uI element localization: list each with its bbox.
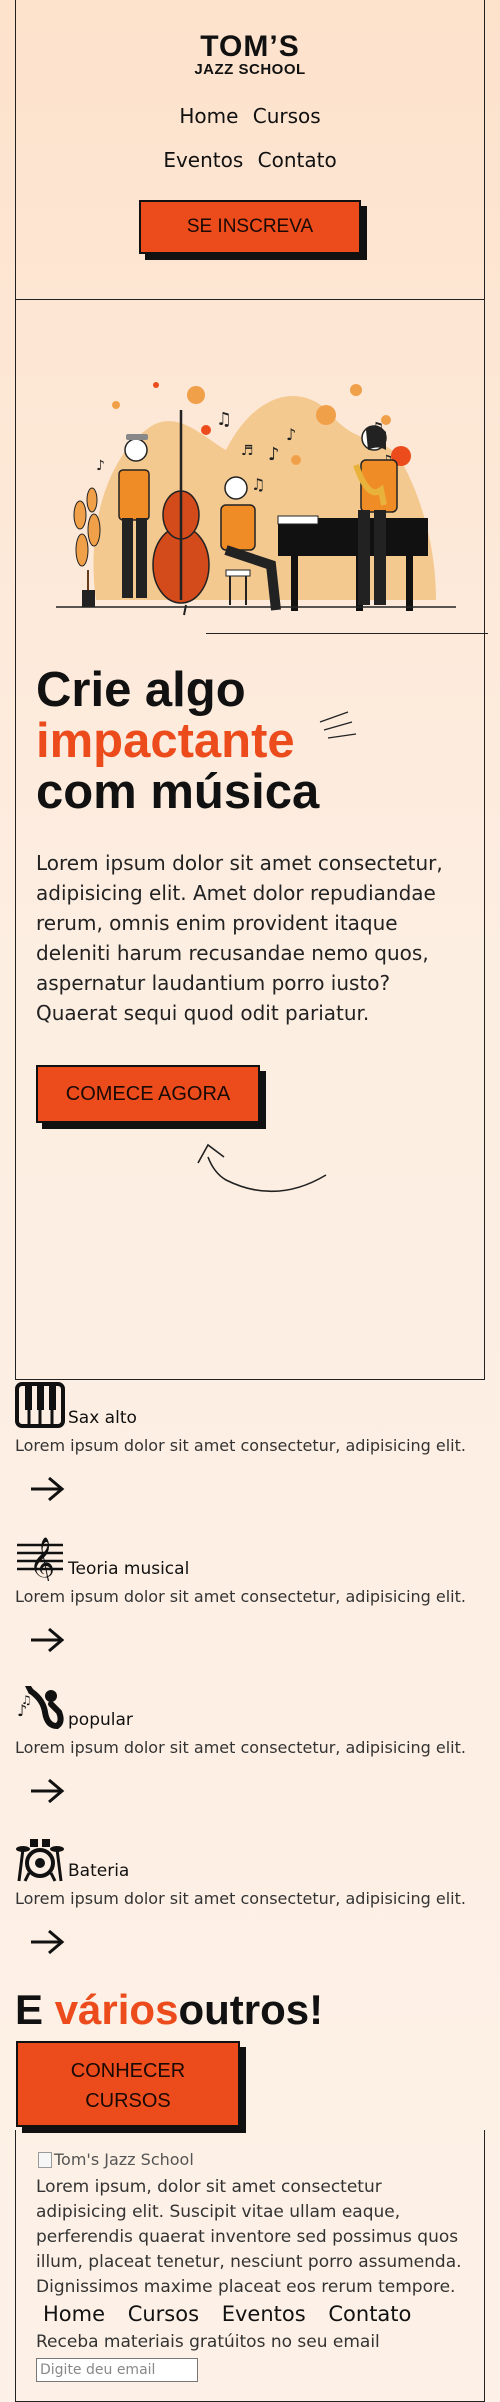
svg-text:♪: ♪: [268, 444, 280, 465]
nav-link-contact[interactable]: Contato: [258, 148, 337, 172]
hero-title-accent: impactante: [36, 714, 295, 768]
feature-description: Lorem ipsum dolor sit amet consectetur, …: [15, 1738, 466, 1757]
feature-description: Lorem ipsum dolor sit amet consectetur, …: [15, 1436, 466, 1455]
jazz-band-illustration: ♫ ♪ ♪ ♫ ♪ ♫ ♫ ♬: [56, 382, 456, 616]
footer-link-courses[interactable]: Cursos: [128, 2302, 199, 2326]
various-heading: E váriosoutros!: [15, 1986, 323, 2034]
feature-item: ♪ ♫ popular Lorem ipsum dolor sit amet c…: [15, 1682, 485, 1805]
various-suffix: outros!: [178, 1986, 324, 2033]
treble-clef-icon: 𝄞: [17, 1537, 63, 1581]
view-courses-label-line1: CONHECER: [70, 2060, 186, 2082]
hero-divider: [206, 633, 488, 634]
start-now-button[interactable]: COMECE AGORA: [36, 1065, 260, 1123]
subscribe-button[interactable]: SE INSCREVA: [139, 200, 361, 254]
arrow-right-icon[interactable]: [29, 1928, 65, 1956]
hero-title-line3: com música: [36, 765, 320, 819]
footer-link-home[interactable]: Home: [43, 2302, 105, 2326]
footer-link-events[interactable]: Eventos: [222, 2302, 306, 2326]
sparkle-lines-icon: [319, 711, 357, 739]
footer-logo-alt: Tom's Jazz School: [54, 2150, 194, 2169]
svg-text:♫: ♫: [21, 1693, 32, 1707]
hero-description: Lorem ipsum dolor sit amet consectetur, …: [36, 851, 443, 1025]
svg-text:♪: ♪: [96, 458, 105, 474]
svg-text:♪: ♪: [286, 425, 296, 444]
arrow-right-icon[interactable]: [29, 1626, 65, 1654]
arrow-right-icon[interactable]: [29, 1475, 65, 1503]
various-prefix: E: [15, 1986, 55, 2033]
view-courses-label-line2: CURSOS: [85, 2090, 171, 2112]
feature-item: Sax alto Lorem ipsum dolor sit amet cons…: [15, 1380, 485, 1503]
feature-description: Lorem ipsum dolor sit amet consectetur, …: [15, 1889, 466, 1908]
drum-kit-icon: [16, 1839, 64, 1882]
svg-text:♫: ♫: [216, 409, 232, 430]
newsletter-label: Receba materiais gratúitos no seu email: [36, 2332, 380, 2352]
various-accent: vários: [54, 1986, 179, 2033]
broken-image-icon: [38, 2151, 52, 2168]
nav-link-events[interactable]: Eventos: [163, 148, 243, 172]
logo-title[interactable]: TOM’S: [16, 32, 484, 62]
footer-link-contact[interactable]: Contato: [328, 2302, 411, 2326]
nav-link-home[interactable]: Home: [179, 104, 238, 128]
curved-arrow-icon: [197, 1143, 327, 1193]
main-nav: Home Cursos Eventos Contato: [16, 104, 484, 172]
feature-title: Teoria musical: [68, 1559, 190, 1579]
piano-keys-icon: [15, 1382, 65, 1428]
feature-item: Bateria Lorem ipsum dolor sit amet conse…: [15, 1833, 485, 1956]
hero-section: ♫ ♪ ♪ ♫ ♪ ♫ ♫ ♬: [15, 300, 488, 1380]
saxophone-icon: ♪ ♫: [17, 1686, 64, 1730]
footer-description: Lorem ipsum, dolor sit amet consectetur …: [36, 2177, 462, 2297]
feature-title: Bateria: [68, 1861, 130, 1881]
feature-description: Lorem ipsum dolor sit amet consectetur, …: [15, 1587, 466, 1606]
feature-title: Sax alto: [68, 1408, 137, 1428]
feature-item: 𝄞 Teoria musical Lorem ipsum dolor sit a…: [15, 1531, 485, 1654]
arrow-right-icon[interactable]: [29, 1777, 65, 1805]
svg-text:𝄞: 𝄞: [29, 1537, 55, 1581]
svg-text:♫: ♫: [251, 475, 265, 494]
footer-logo: Tom's Jazz School: [38, 2150, 194, 2169]
site-header: TOM’S JAZZ SCHOOL Home Cursos Eventos Co…: [15, 0, 485, 300]
email-input[interactable]: [36, 2358, 198, 2382]
logo-subtitle: JAZZ SCHOOL: [194, 61, 306, 78]
hero-title-line1: Crie algo: [36, 663, 246, 717]
nav-link-courses[interactable]: Cursos: [253, 104, 321, 128]
footer-nav: Home Cursos Eventos Contato: [43, 2302, 427, 2326]
view-courses-button[interactable]: CONHECER CURSOS: [16, 2041, 240, 2127]
hero-title: Crie algo impactante com música: [36, 665, 319, 818]
feature-title: popular: [68, 1710, 133, 1730]
svg-text:♬: ♬: [241, 443, 254, 459]
site-footer: Tom's Jazz School Lorem ipsum, dolor sit…: [15, 2130, 485, 2402]
